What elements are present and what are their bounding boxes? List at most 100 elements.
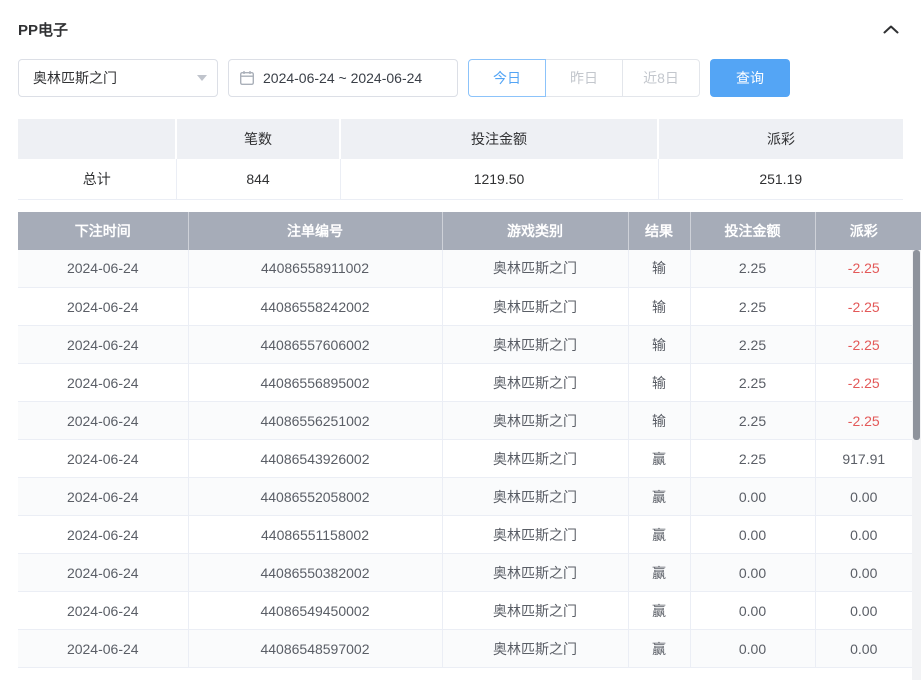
cell-bet-amount: 2.25: [690, 250, 815, 288]
cell-result: 赢: [628, 554, 690, 592]
cell-game-type: 奥林匹斯之门: [442, 630, 628, 668]
chevron-up-icon: [883, 21, 899, 37]
cell-bet-amount: 0.00: [690, 516, 815, 554]
quick-range-group: 今日 昨日 近8日: [468, 59, 700, 97]
cell-payout: -2.25: [815, 364, 912, 402]
cell-bet-amount: 0.00: [690, 478, 815, 516]
partial-row-cell: [18, 668, 912, 680]
search-button[interactable]: 查询: [710, 59, 790, 97]
table-row: 2024-06-2444086549450002奥林匹斯之门赢0.000.00: [18, 592, 912, 630]
cell-payout: 0.00: [815, 516, 912, 554]
cell-game-type: 奥林匹斯之门: [442, 478, 628, 516]
summary-header-empty: [18, 119, 176, 159]
cell-bet-time: 2024-06-24: [18, 288, 188, 326]
summary-header-count: 笔数: [176, 119, 340, 159]
last-8-days-button[interactable]: 近8日: [622, 59, 700, 97]
cell-payout: 0.00: [815, 630, 912, 668]
summary-header-payout: 派彩: [658, 119, 903, 159]
cell-payout: 0.00: [815, 478, 912, 516]
cell-game-type: 奥林匹斯之门: [442, 250, 628, 288]
report-table: 下注时间 注单编号 游戏类别 结果 投注金额 派彩 2024-06-244408…: [18, 212, 912, 680]
summary-total-payout: 251.19: [658, 159, 903, 199]
cell-payout: -2.25: [815, 288, 912, 326]
panel-header: PP电子: [18, 0, 903, 59]
cell-result: 赢: [628, 630, 690, 668]
collapse-button[interactable]: [879, 17, 903, 41]
today-button[interactable]: 今日: [468, 59, 546, 97]
cell-result: 赢: [628, 478, 690, 516]
scrollbar-thumb[interactable]: [913, 250, 920, 440]
header-result: 结果: [628, 212, 690, 250]
cell-result: 输: [628, 288, 690, 326]
cell-payout: -2.25: [815, 250, 912, 288]
cell-bet-time: 2024-06-24: [18, 516, 188, 554]
cell-game-type: 奥林匹斯之门: [442, 592, 628, 630]
cell-game-type: 奥林匹斯之门: [442, 402, 628, 440]
table-row: 2024-06-2444086550382002奥林匹斯之门赢0.000.00: [18, 554, 912, 592]
report-table-wrap: 下注时间 注单编号 游戏类别 结果 投注金额 派彩 2024-06-244408…: [18, 212, 921, 680]
cell-bet-time: 2024-06-24: [18, 440, 188, 478]
table-row: 2024-06-2444086556895002奥林匹斯之门输2.25-2.25: [18, 364, 912, 402]
cell-result: 输: [628, 250, 690, 288]
cell-game-type: 奥林匹斯之门: [442, 326, 628, 364]
partial-row: [18, 668, 912, 680]
table-row: 2024-06-2444086558242002奥林匹斯之门输2.25-2.25: [18, 288, 912, 326]
yesterday-button[interactable]: 昨日: [545, 59, 623, 97]
cell-result: 输: [628, 326, 690, 364]
cell-order-id: 44086556895002: [188, 364, 442, 402]
cell-payout: -2.25: [815, 326, 912, 364]
cell-result: 赢: [628, 592, 690, 630]
summary-total-label: 总计: [18, 159, 176, 199]
header-payout: 派彩: [815, 212, 912, 250]
table-row: 2024-06-2444086556251002奥林匹斯之门输2.25-2.25: [18, 402, 912, 440]
cell-bet-amount: 2.25: [690, 402, 815, 440]
table-header-gutter: [912, 212, 921, 250]
cell-bet-time: 2024-06-24: [18, 592, 188, 630]
cell-bet-amount: 2.25: [690, 440, 815, 478]
cell-game-type: 奥林匹斯之门: [442, 554, 628, 592]
table-row: 2024-06-2444086552058002奥林匹斯之门赢0.000.00: [18, 478, 912, 516]
cell-payout: 0.00: [815, 554, 912, 592]
cell-order-id: 44086543926002: [188, 440, 442, 478]
table-row: 2024-06-2444086558911002奥林匹斯之门输2.25-2.25: [18, 250, 912, 288]
panel-title: PP电子: [18, 19, 68, 40]
table-row: 2024-06-2444086548597002奥林匹斯之门赢0.000.00: [18, 630, 912, 668]
cell-bet-amount: 2.25: [690, 288, 815, 326]
cell-game-type: 奥林匹斯之门: [442, 440, 628, 478]
filter-row: 奥林匹斯之门 2024-06-24 ~ 2024-06-24 今日 昨日 近8日…: [18, 59, 903, 97]
date-range-value: 2024-06-24 ~ 2024-06-24: [263, 70, 422, 86]
chevron-down-icon: [197, 75, 207, 81]
cell-result: 赢: [628, 440, 690, 478]
cell-result: 输: [628, 402, 690, 440]
summary-table: 笔数 投注金额 派彩 总计 844 1219.50 251.19: [18, 119, 903, 200]
cell-order-id: 44086549450002: [188, 592, 442, 630]
cell-game-type: 奥林匹斯之门: [442, 516, 628, 554]
table-row: 2024-06-2444086557606002奥林匹斯之门输2.25-2.25: [18, 326, 912, 364]
cell-order-id: 44086558911002: [188, 250, 442, 288]
cell-result: 输: [628, 364, 690, 402]
summary-total-count: 844: [176, 159, 340, 199]
cell-result: 赢: [628, 516, 690, 554]
cell-payout: 917.91: [815, 440, 912, 478]
calendar-icon: [239, 70, 255, 86]
summary-total-row: 总计 844 1219.50 251.19: [18, 159, 903, 199]
date-range-input[interactable]: 2024-06-24 ~ 2024-06-24: [228, 59, 458, 97]
game-select-value: 奥林匹斯之门: [33, 68, 117, 88]
cell-bet-amount: 0.00: [690, 554, 815, 592]
table-scrollbar[interactable]: [912, 250, 921, 680]
report-table-body: 2024-06-2444086558911002奥林匹斯之门输2.25-2.25…: [18, 250, 912, 668]
report-header-row: 下注时间 注单编号 游戏类别 结果 投注金额 派彩: [18, 212, 912, 250]
table-row: 2024-06-2444086543926002奥林匹斯之门赢2.25917.9…: [18, 440, 912, 478]
cell-order-id: 44086550382002: [188, 554, 442, 592]
cell-payout: -2.25: [815, 402, 912, 440]
cell-bet-amount: 2.25: [690, 326, 815, 364]
game-select[interactable]: 奥林匹斯之门: [18, 59, 218, 97]
cell-order-id: 44086552058002: [188, 478, 442, 516]
cell-order-id: 44086556251002: [188, 402, 442, 440]
summary-total-bet-amount: 1219.50: [340, 159, 658, 199]
cell-bet-time: 2024-06-24: [18, 326, 188, 364]
cell-bet-time: 2024-06-24: [18, 250, 188, 288]
header-order-id: 注单编号: [188, 212, 442, 250]
cell-bet-amount: 0.00: [690, 592, 815, 630]
header-bet-time: 下注时间: [18, 212, 188, 250]
